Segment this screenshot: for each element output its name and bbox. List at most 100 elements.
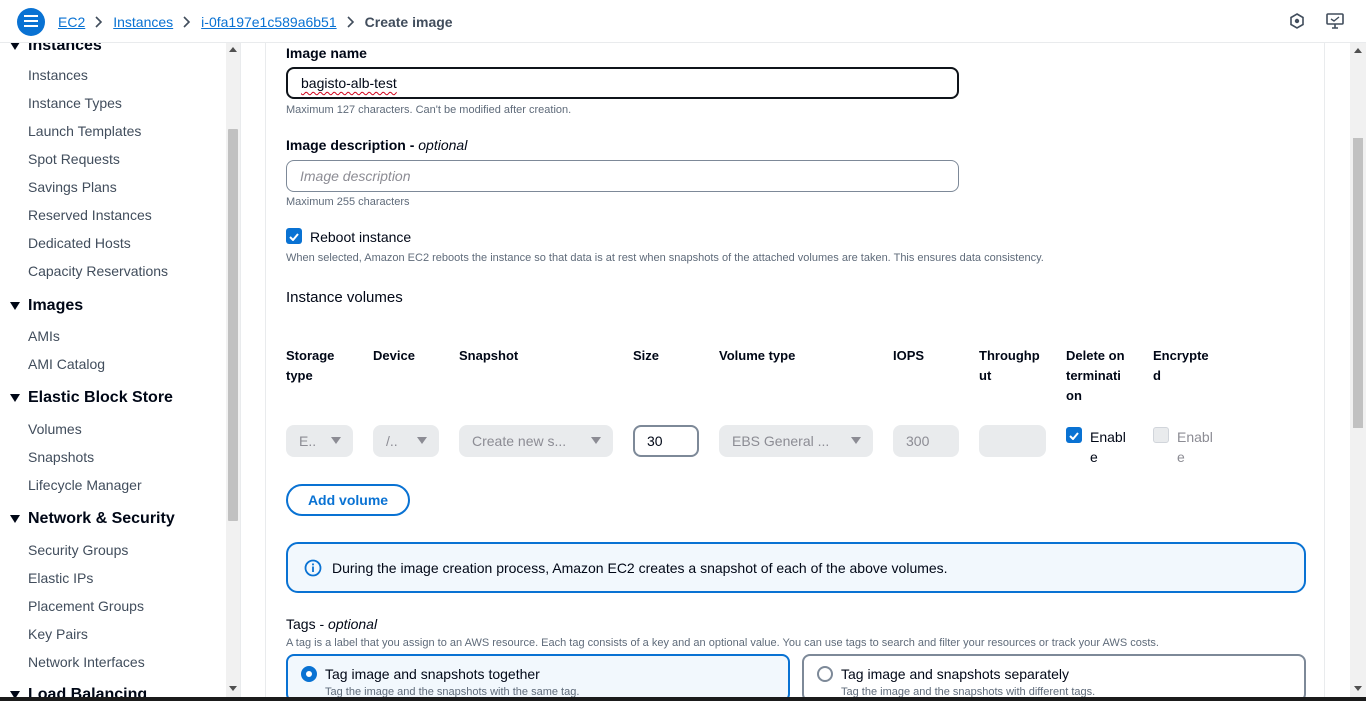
snapshot-value: Create new s...: [472, 433, 567, 449]
scroll-up-icon[interactable]: [1354, 48, 1362, 53]
tag-separately-title: Tag image and snapshots separately: [841, 666, 1070, 682]
tag-together-desc: Tag the image and the snapshots with the…: [325, 686, 580, 697]
sidebar-item-spot-requests[interactable]: Spot Requests: [28, 151, 120, 167]
snapshot-select[interactable]: Create new s...: [459, 425, 613, 457]
instance-volumes-heading: Instance volumes: [286, 289, 403, 306]
sidebar-item-instances[interactable]: Instances: [28, 67, 88, 83]
breadcrumb-current: Create image: [364, 13, 453, 30]
sidebar-section-instances[interactable]: Instances: [10, 43, 102, 55]
hamburger-menu-icon: [24, 14, 38, 30]
monitor-icon: [1326, 12, 1344, 32]
image-name-value: bagisto-alb-test: [301, 75, 397, 91]
sidebar-item-savings-plans[interactable]: Savings Plans: [28, 179, 117, 195]
caret-down-icon: [591, 437, 601, 444]
breadcrumb-instance-id-link[interactable]: i-0fa197e1c589a6b51: [201, 14, 336, 30]
help-panel-button[interactable]: [1325, 12, 1345, 32]
sidebar-item-key-pairs[interactable]: Key Pairs: [28, 626, 88, 642]
size-input[interactable]: 30: [633, 425, 699, 457]
sidebar-item-launch-templates[interactable]: Launch Templates: [28, 123, 141, 139]
image-description-label-text: Image description: [286, 137, 406, 153]
sidebar-item-instance-types[interactable]: Instance Types: [28, 95, 122, 111]
device-select[interactable]: /..: [373, 425, 439, 457]
sidebar-section-images[interactable]: Images: [10, 297, 83, 315]
reboot-instance-checkbox[interactable]: [286, 228, 302, 244]
reboot-instance-label: Reboot instance: [310, 229, 412, 245]
sidebar-item-placement-groups[interactable]: Placement Groups: [28, 598, 144, 614]
sidebar-section-title: Network & Security: [28, 510, 175, 527]
iops-value: 300: [906, 433, 930, 449]
image-description-hint: Maximum 255 characters: [286, 196, 410, 208]
side-nav-toggle-button[interactable]: [17, 8, 45, 36]
delete-on-termination-checkbox[interactable]: [1066, 427, 1082, 443]
sidebar-item-dedicated-hosts[interactable]: Dedicated Hosts: [28, 235, 131, 251]
optional-text: optional: [418, 137, 468, 153]
encrypted-label: Enabl e: [1177, 429, 1213, 465]
sidebar-item-network-interfaces[interactable]: Network Interfaces: [28, 654, 145, 670]
tags-label: Tags - optional: [286, 616, 378, 632]
scroll-down-icon[interactable]: [229, 686, 237, 691]
caret-down-icon: [10, 394, 20, 402]
sidebar-item-volumes[interactable]: Volumes: [28, 421, 82, 437]
col-volume-type: Volume type: [719, 348, 796, 363]
sidebar-item-ami-catalog[interactable]: AMI Catalog: [28, 356, 105, 372]
col-size: Size: [633, 348, 660, 363]
image-name-hint: Maximum 127 characters. Can't be modifie…: [286, 104, 572, 116]
side-navigation: Instances Instances Instance Types Launc…: [0, 43, 241, 697]
breadcrumb-instances-link[interactable]: Instances: [113, 14, 173, 30]
sidebar-item-reserved-instances[interactable]: Reserved Instances: [28, 207, 152, 223]
scroll-down-icon[interactable]: [1354, 686, 1362, 691]
col-device: Device: [373, 348, 415, 363]
volume-type-select[interactable]: EBS General ...: [719, 425, 873, 457]
sidebar-item-capacity-reservations[interactable]: Capacity Reservations: [28, 263, 168, 279]
main-content: Image name bagisto-alb-test Maximum 127 …: [241, 43, 1350, 697]
chevron-right-icon: [95, 15, 103, 28]
reboot-instance-hint: When selected, Amazon EC2 reboots the in…: [286, 252, 1044, 264]
sidebar-scrollbar-thumb[interactable]: [228, 129, 238, 521]
hexagon-settings-icon: [1289, 12, 1305, 32]
image-name-label: Image name: [286, 45, 367, 61]
sidebar-item-snapshots[interactable]: Snapshots: [28, 449, 94, 465]
sidebar-item-elastic-ips[interactable]: Elastic IPs: [28, 570, 93, 586]
chevron-right-icon: [183, 15, 191, 28]
page-scrollbar[interactable]: [1350, 43, 1366, 697]
image-description-input[interactable]: Image description: [286, 160, 959, 192]
storage-type-select[interactable]: E..: [286, 425, 353, 457]
sidebar-section-title: Load Balancing: [28, 686, 148, 697]
add-volume-button[interactable]: Add volume: [286, 484, 410, 516]
col-delete-on-termination: Delete on terminati on: [1066, 348, 1125, 403]
tag-together-option[interactable]: Tag image and snapshots together Tag the…: [286, 654, 790, 697]
sidebar-item-security-groups[interactable]: Security Groups: [28, 542, 128, 558]
caret-down-icon: [331, 437, 341, 444]
storage-type-value: E..: [299, 433, 317, 449]
breadcrumb-ec2-link[interactable]: EC2: [58, 14, 85, 30]
breadcrumb: EC2 Instances i-0fa197e1c589a6b51 Create…: [58, 0, 453, 43]
tag-separately-option[interactable]: Tag image and snapshots separately Tag t…: [802, 654, 1306, 697]
tags-label-text: Tags: [286, 616, 316, 632]
sidebar-item-amis[interactable]: AMIs: [28, 328, 60, 344]
encrypted-checkbox[interactable]: [1153, 427, 1169, 443]
col-iops: IOPS: [893, 348, 925, 363]
caret-down-icon: [10, 515, 20, 523]
notifications-button[interactable]: [1287, 12, 1307, 32]
tag-separately-radio[interactable]: [817, 666, 833, 682]
sidebar-section-elastic-block-store[interactable]: Elastic Block Store: [10, 389, 173, 407]
size-value: 30: [647, 433, 663, 449]
sidebar-section-load-balancing[interactable]: Load Balancing: [10, 686, 147, 697]
tag-together-radio[interactable]: [301, 666, 317, 682]
info-icon: [304, 559, 322, 577]
image-name-input[interactable]: bagisto-alb-test: [286, 67, 959, 99]
chevron-right-icon: [347, 15, 355, 28]
sidebar-section-network-security[interactable]: Network & Security: [10, 510, 175, 528]
throughput-input[interactable]: [979, 425, 1046, 457]
image-details-container: Image name bagisto-alb-test Maximum 127 …: [265, 43, 1325, 697]
iops-input[interactable]: 300: [893, 425, 959, 457]
sidebar-item-lifecycle-manager[interactable]: Lifecycle Manager: [28, 477, 142, 493]
tags-hint: A tag is a label that you assign to an A…: [286, 637, 1159, 649]
volume-type-value: EBS General ...: [732, 433, 830, 449]
caret-down-icon: [851, 437, 861, 444]
caret-down-icon: [10, 302, 20, 310]
checkmark-icon: [1069, 427, 1079, 443]
scroll-up-icon[interactable]: [229, 47, 237, 52]
snapshot-info-alert: During the image creation process, Amazo…: [286, 542, 1306, 593]
page-scrollbar-thumb[interactable]: [1353, 138, 1363, 428]
